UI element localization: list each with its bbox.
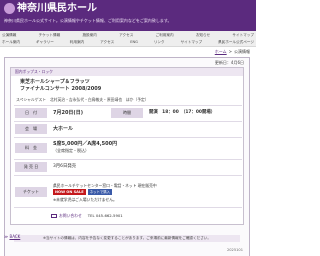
venue-label: 会 場	[15, 124, 47, 134]
nav-item[interactable]: アクセス	[119, 32, 133, 39]
content-panel: 更新日：4月6日 国内ポップス・ロック 東芝ホールシャープ＆フラッツ ファイナル…	[4, 57, 250, 256]
nav-item[interactable]: アクセス	[100, 39, 114, 46]
nav-item[interactable]: サイトマップ	[181, 39, 203, 46]
divider	[14, 121, 242, 122]
buy-online-button[interactable]: ネットで購入	[87, 189, 113, 195]
sale-date-value: 3月6日発売	[53, 164, 77, 169]
date-label: 日 付	[15, 108, 47, 118]
divider	[14, 159, 242, 160]
nav-item[interactable]: ENG	[130, 39, 138, 46]
nav-item[interactable]: 県民ホール公式ページ	[218, 39, 254, 46]
contact-label: お問い合わせ	[59, 213, 82, 218]
contact-row: お問い合わせ TEL 045-662-5901	[51, 212, 123, 220]
nav-row-primary: 公演情報 チケット情報 施設案内 アクセス ご利用案内 お知らせ サイトマップ	[2, 32, 254, 39]
date-value: 7月20日(日)	[53, 110, 84, 116]
main-nav: 公演情報 チケット情報 施設案内 アクセス ご利用案内 お知らせ サイトマップ …	[0, 31, 256, 47]
breadcrumb-separator: >	[228, 49, 232, 54]
page-id: 2025101	[226, 248, 243, 252]
nav-item[interactable]: 利用案内	[70, 39, 84, 46]
event-category: 国内ポップス・ロック	[11, 68, 243, 76]
venue-value: 大ホール	[53, 126, 74, 132]
ticket-buttons: NOW ON SALE ネットで購入	[53, 189, 113, 195]
updated-date: 更新日：4月6日	[214, 60, 244, 65]
ticket-note: ※未就学児はご入場いただけません。	[53, 197, 117, 202]
sale-date-label: 発 売 日	[15, 162, 47, 172]
ticket-label: チケット	[15, 187, 47, 197]
nav-item[interactable]: ギャラリー	[36, 39, 54, 46]
event-card: 国内ポップス・ロック 東芝ホールシャープ＆フラッツ ファイナルコンサート 200…	[10, 67, 244, 225]
divider	[14, 175, 242, 176]
nav-item[interactable]: ご利用案内	[156, 32, 174, 39]
back-label: BACK	[9, 234, 21, 239]
nav-item[interactable]: チケット情報	[39, 32, 61, 39]
back-arrow-icon: ≫	[4, 234, 9, 239]
nav-item[interactable]: 公演情報	[2, 32, 16, 39]
breadcrumb: ホーム > 公演情報	[215, 48, 250, 55]
now-on-sale-button[interactable]: NOW ON SALE	[53, 189, 86, 195]
price-label: 料 金	[15, 143, 47, 153]
divider	[14, 137, 242, 138]
disclaimer-note: ※当サイトの情報は、内容を予告なく変更することがあります。ご来場前に最新情報をご…	[14, 235, 240, 242]
site-title[interactable]: 神奈川県民ホール	[17, 2, 97, 15]
contact-phone: TEL 045-662-5901	[87, 213, 123, 218]
divider	[14, 105, 242, 106]
event-description: スペシャルゲスト 北村英治・吉永弘代・白鳥敏夫・原田靖也 ほか（予定）	[16, 97, 149, 102]
back-link[interactable]: ≫ BACK	[4, 234, 20, 240]
nav-item[interactable]: ホール案内	[2, 39, 20, 46]
event-title: 東芝ホールシャープ＆フラッツ	[20, 79, 90, 85]
breadcrumb-current: 公演情報	[234, 49, 250, 54]
divider	[14, 207, 242, 208]
site-header: 神奈川県民ホール 神奈川県民ホール公式サイト。公演情報やチケット情報、ご利用案内…	[0, 0, 256, 31]
contact-button[interactable]: お問い合わせ	[51, 212, 82, 220]
breadcrumb-home-link[interactable]: ホーム	[215, 48, 227, 55]
time-value: 開演 18：00 （17：00開場）	[149, 110, 216, 115]
event-subtitle: ファイナルコンサート 2008/2009	[20, 86, 102, 92]
mail-icon	[51, 214, 57, 218]
site-tagline: 神奈川県民ホール公式サイト。公演情報やチケット情報、ご利用案内などをご案内致しま…	[4, 18, 172, 23]
nav-item[interactable]: 施設案内	[82, 32, 96, 39]
nav-item[interactable]: リンク	[154, 39, 165, 46]
logo-icon[interactable]	[4, 3, 15, 14]
time-label: 時間	[111, 108, 143, 118]
nav-item[interactable]: サイトマップ	[232, 32, 254, 39]
nav-row-secondary: ホール案内 ギャラリー 利用案内 アクセス ENG リンク サイトマップ 県民ホ…	[2, 39, 254, 46]
nav-item[interactable]: お知らせ	[196, 32, 210, 39]
price-note: （全席指定・税込）	[53, 148, 89, 153]
